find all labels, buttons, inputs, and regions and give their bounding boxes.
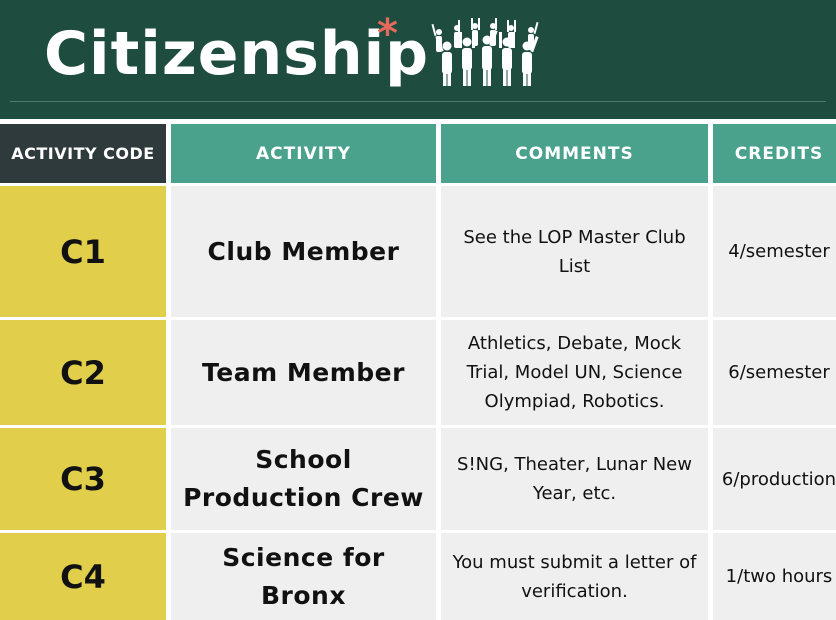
asterisk-mark: * <box>377 11 398 57</box>
activity-code-cell: C3 <box>0 428 166 530</box>
activity-name-cell: Team Member <box>171 320 436 425</box>
crowd-cheering-icon <box>431 18 539 86</box>
column-header-comments: COMMENTS <box>441 124 708 183</box>
comments-cell: You must submit a letter of verification… <box>441 533 708 620</box>
page-header: Citizenship * <box>0 0 836 119</box>
activities-table: ACTIVITY CODE ACTIVITY COMMENTS CREDITS … <box>0 124 836 620</box>
activity-code-cell: C1 <box>0 186 166 317</box>
activity-name-cell: School Production Crew <box>171 428 436 530</box>
column-header-activity: ACTIVITY <box>171 124 436 183</box>
header-divider <box>10 101 826 102</box>
comments-cell: S!NG, Theater, Lunar New Year, etc. <box>441 428 708 530</box>
credits-cell: 6/production <box>713 428 836 530</box>
page-title: Citizenship <box>44 19 430 89</box>
activity-code-cell: C4 <box>0 533 166 620</box>
column-header-activity-code: ACTIVITY CODE <box>0 124 166 183</box>
credits-cell: 4/semester <box>713 186 836 317</box>
credits-cell: 6/semester <box>713 320 836 425</box>
activity-name-cell: Club Member <box>171 186 436 317</box>
comments-cell: Athletics, Debate, Mock Trial, Model UN,… <box>441 320 708 425</box>
comments-cell: See the LOP Master Club List <box>441 186 708 317</box>
activity-code-cell: C2 <box>0 320 166 425</box>
activity-name-cell: Science for Bronx <box>171 533 436 620</box>
column-header-credits: CREDITS <box>713 124 836 183</box>
credits-cell: 1/two hours <box>713 533 836 620</box>
